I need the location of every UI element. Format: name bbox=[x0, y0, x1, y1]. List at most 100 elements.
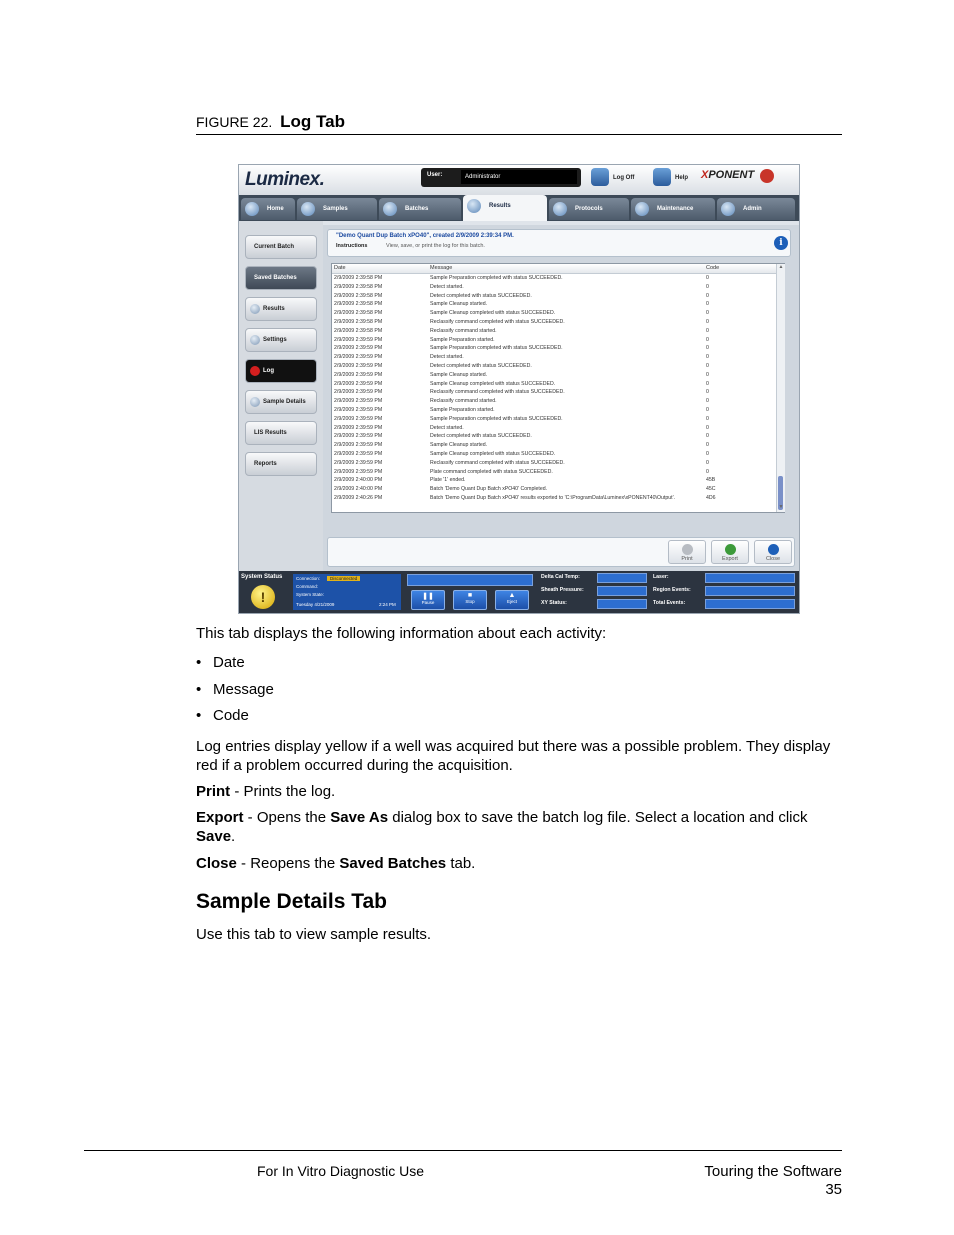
results-icon bbox=[250, 304, 260, 314]
table-row[interactable]: 2/9/2009 2:39:59 PM Sample Preparation co… bbox=[332, 415, 776, 424]
log-code-cell: 0 bbox=[706, 327, 709, 334]
stop-button[interactable]: ■ Stop bbox=[453, 590, 487, 610]
admin-icon bbox=[721, 202, 735, 216]
table-row[interactable]: 2/9/2009 2:39:58 PM Detect started. 0 bbox=[332, 283, 776, 292]
log-code-cell: 0 bbox=[706, 433, 709, 440]
log-message-cell: Reclassify command completed with status… bbox=[430, 459, 565, 466]
table-row[interactable]: 2/9/2009 2:40:26 PM Batch 'Demo Quant Dup… bbox=[332, 494, 776, 503]
table-row[interactable]: 2/9/2009 2:39:59 PM Plate command complet… bbox=[332, 468, 776, 477]
log-message-cell: Batch 'Demo Quant Dup Batch xPO40' Compl… bbox=[430, 486, 548, 493]
table-row[interactable]: 2/9/2009 2:39:59 PM Sample Preparation st… bbox=[332, 406, 776, 415]
luminex-logo: Luminex. bbox=[245, 169, 325, 190]
table-row[interactable]: 2/9/2009 2:39:58 PM Reclassify command co… bbox=[332, 318, 776, 327]
table-row[interactable]: 2/9/2009 2:39:59 PM Sample Preparation co… bbox=[332, 344, 776, 353]
log-date-cell: 2/9/2009 2:39:59 PM bbox=[334, 468, 383, 475]
user-field: Administrator bbox=[461, 170, 577, 184]
table-row[interactable]: 2/9/2009 2:39:58 PM Sample Cleanup starte… bbox=[332, 300, 776, 309]
scroll-up-icon[interactable]: ▲ bbox=[777, 264, 785, 272]
log-date-cell: 2/9/2009 2:39:59 PM bbox=[334, 433, 383, 440]
table-row[interactable]: 2/9/2009 2:39:59 PM Sample Cleanup comple… bbox=[332, 380, 776, 389]
logoff-icon[interactable] bbox=[591, 168, 609, 186]
print-button[interactable]: Print bbox=[668, 540, 706, 564]
table-row[interactable]: 2/9/2009 2:39:59 PM Reclassify command st… bbox=[332, 397, 776, 406]
log-code-cell: 0 bbox=[706, 292, 709, 299]
log-code-cell: 0 bbox=[706, 310, 709, 317]
log-message-cell: Reclassify command started. bbox=[430, 327, 497, 334]
sidebar-item-sample-details[interactable]: Sample Details bbox=[245, 390, 317, 414]
tab-home[interactable]: Home bbox=[241, 198, 295, 220]
table-row[interactable]: 2/9/2009 2:39:59 PM Detect started. 0 bbox=[332, 424, 776, 433]
log-message-cell: Detect started. bbox=[430, 354, 464, 361]
table-row[interactable]: 2/9/2009 2:39:59 PM Reclassify command co… bbox=[332, 388, 776, 397]
section-heading: Sample Details Tab bbox=[196, 890, 388, 913]
table-row[interactable]: 2/9/2009 2:39:59 PM Detect started. 0 bbox=[332, 353, 776, 362]
export-button[interactable]: Export bbox=[711, 540, 749, 564]
metric-value-xy-status bbox=[597, 599, 647, 609]
log-code-cell: 0 bbox=[706, 459, 709, 466]
log-date-cell: 2/9/2009 2:39:58 PM bbox=[334, 318, 383, 325]
metric-label-delta-cal-temp: Delta Cal Temp: bbox=[541, 574, 580, 580]
footer-section-title: Touring the Software bbox=[704, 1163, 842, 1180]
table-row[interactable]: 2/9/2009 2:40:00 PM Plate '1' ended. 45B bbox=[332, 476, 776, 485]
scroll-down-icon[interactable]: ▼ bbox=[777, 504, 785, 512]
sidebar-item-current-batch[interactable]: Current Batch bbox=[245, 235, 317, 259]
tab-maintenance[interactable]: Maintenance bbox=[631, 198, 715, 220]
table-row[interactable]: 2/9/2009 2:39:59 PM Reclassify command co… bbox=[332, 459, 776, 468]
table-row[interactable]: 2/9/2009 2:39:58 PM Reclassify command st… bbox=[332, 327, 776, 336]
xponent-logo: XPONENT bbox=[701, 169, 755, 181]
log-code-cell: 0 bbox=[706, 450, 709, 457]
instructions-label: Instructions bbox=[336, 243, 368, 249]
log-message-cell: Plate '1' ended. bbox=[430, 477, 466, 484]
info-icon[interactable]: i bbox=[774, 236, 788, 250]
tab-protocols[interactable]: Protocols bbox=[549, 198, 629, 220]
sidebar-item-settings[interactable]: Settings bbox=[245, 328, 317, 352]
table-row[interactable]: 2/9/2009 2:39:59 PM Detect completed with… bbox=[332, 362, 776, 371]
table-row[interactable]: 2/9/2009 2:39:59 PM Sample Preparation st… bbox=[332, 336, 776, 345]
column-code[interactable]: Code bbox=[706, 265, 719, 271]
sidebar-item-log[interactable]: Log bbox=[245, 359, 317, 383]
tab-admin[interactable]: Admin bbox=[717, 198, 795, 220]
log-message-cell: Sample Cleanup started. bbox=[430, 442, 488, 449]
sidebar-item-reports[interactable]: Reports bbox=[245, 452, 317, 476]
tab-batches[interactable]: Batches bbox=[379, 198, 461, 220]
log-scrollbar[interactable]: ▲ ▼ bbox=[776, 264, 785, 512]
pause-button[interactable]: ❚❚ Pause bbox=[411, 590, 445, 610]
log-date-cell: 2/9/2009 2:39:59 PM bbox=[334, 398, 383, 405]
eject-button[interactable]: ▲ Eject bbox=[495, 590, 529, 610]
sidebar-item-saved-batches[interactable]: Saved Batches bbox=[245, 266, 317, 290]
log-date-cell: 2/9/2009 2:39:59 PM bbox=[334, 354, 383, 361]
intro-paragraph: This tab displays the following informat… bbox=[196, 625, 607, 642]
column-date[interactable]: Date bbox=[334, 265, 346, 271]
help-label[interactable]: Help bbox=[675, 175, 688, 181]
log-date-cell: 2/9/2009 2:39:59 PM bbox=[334, 459, 383, 466]
figure-caption: FIGURE 22. Log Tab bbox=[196, 112, 345, 132]
samples-icon bbox=[301, 202, 315, 216]
system-state-label: System State: bbox=[296, 592, 325, 597]
sidebar-item-results[interactable]: Results bbox=[245, 297, 317, 321]
sidebar-item-lis-results[interactable]: LIS Results bbox=[245, 421, 317, 445]
log-date-cell: 2/9/2009 2:39:59 PM bbox=[334, 442, 383, 449]
logoff-label[interactable]: Log Off bbox=[613, 175, 634, 181]
table-row[interactable]: 2/9/2009 2:39:59 PM Sample Cleanup starte… bbox=[332, 441, 776, 450]
log-date-cell: 2/9/2009 2:39:59 PM bbox=[334, 415, 383, 422]
close-paragraph: Close - Reopens the Saved Batches tab. bbox=[196, 855, 476, 872]
help-icon[interactable] bbox=[653, 168, 671, 186]
system-status-bar: System Status ! Connection: Disconnected… bbox=[239, 571, 799, 613]
column-message[interactable]: Message bbox=[430, 265, 452, 271]
user-box: User: Administrator bbox=[421, 168, 581, 187]
table-row[interactable]: 2/9/2009 2:39:59 PM Sample Cleanup starte… bbox=[332, 371, 776, 380]
table-row[interactable]: 2/9/2009 2:39:58 PM Sample Preparation co… bbox=[332, 274, 776, 283]
table-row[interactable]: 2/9/2009 2:39:59 PM Sample Cleanup comple… bbox=[332, 450, 776, 459]
metric-value-delta-cal-temp bbox=[597, 573, 647, 583]
log-message-cell: Reclassify command completed with status… bbox=[430, 389, 565, 396]
table-row[interactable]: 2/9/2009 2:39:59 PM Detect completed with… bbox=[332, 432, 776, 441]
table-row[interactable]: 2/9/2009 2:39:58 PM Detect completed with… bbox=[332, 292, 776, 301]
table-row[interactable]: 2/9/2009 2:40:00 PM Batch 'Demo Quant Dup… bbox=[332, 485, 776, 494]
table-row[interactable]: 2/9/2009 2:39:58 PM Sample Cleanup comple… bbox=[332, 309, 776, 318]
tab-results[interactable]: Results bbox=[463, 195, 547, 221]
tab-samples[interactable]: Samples bbox=[297, 198, 377, 220]
section-paragraph: Use this tab to view sample results. bbox=[196, 926, 432, 943]
close-button[interactable]: Close bbox=[754, 540, 792, 564]
log-date-cell: 2/9/2009 2:40:00 PM bbox=[334, 477, 383, 484]
log-code-cell: 0 bbox=[706, 380, 709, 387]
